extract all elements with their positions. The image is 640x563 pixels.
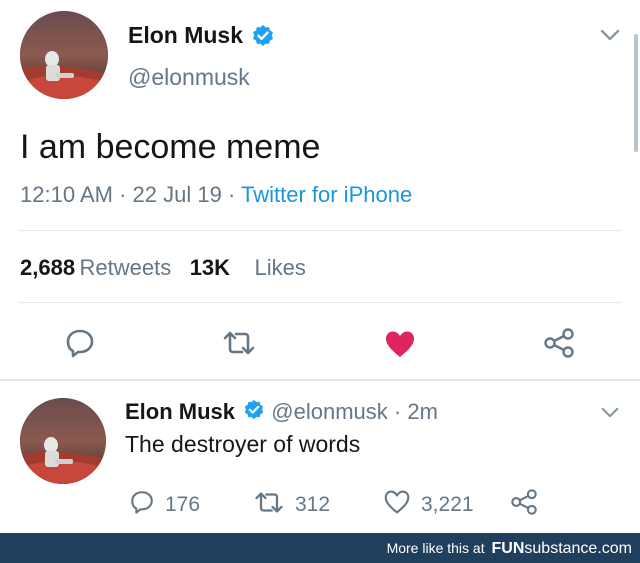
retweet-button[interactable] [221, 329, 257, 362]
reply-age: · 2m [393, 399, 438, 424]
footer-brand-rest: substance [524, 540, 598, 557]
tweet-source-link[interactable]: Twitter for iPhone [241, 182, 412, 207]
footer-text: More like this at [386, 540, 485, 556]
reply-header: Elon Musk @elonmusk · 2m [125, 399, 438, 427]
chevron-down-icon[interactable] [600, 406, 620, 424]
divider [18, 230, 622, 231]
likes-stat[interactable]: 13K Likes [190, 255, 306, 280]
main-meta: 12:10 AM · 22 Jul 19 · Twitter for iPhon… [20, 182, 412, 208]
reply-retweet-button[interactable]: 312 [253, 490, 330, 520]
reply-icon [129, 489, 155, 520]
heart-icon [384, 329, 416, 364]
like-button[interactable] [384, 329, 416, 364]
footer-credit: More like this at FUNsubstance.com [387, 540, 632, 558]
main-author[interactable]: Elon Musk [128, 22, 275, 53]
tweet-time: 12:10 AM [20, 182, 113, 207]
footer-brand-prefix: FUN [491, 540, 525, 557]
retweets-count: 2,688 [20, 255, 76, 280]
share-icon [510, 489, 538, 520]
likes-label: Likes [254, 255, 306, 280]
retweets-stat[interactable]: 2,688 Retweets [20, 255, 176, 280]
main-display-name[interactable]: Elon Musk [128, 22, 243, 48]
reply-reply-button[interactable]: 176 [129, 489, 200, 520]
likes-count: 13K [189, 255, 231, 280]
like-count: 3,221 [421, 492, 474, 516]
divider [18, 302, 622, 303]
main-avatar[interactable] [20, 11, 108, 99]
chevron-down-icon[interactable] [599, 28, 621, 47]
tweet-separator [0, 379, 640, 381]
meta-separator: · [119, 182, 127, 207]
reply-button[interactable] [64, 327, 96, 364]
verified-badge-icon [243, 399, 265, 427]
reply-display-name[interactable]: Elon Musk [125, 399, 235, 424]
tweet-date: 22 Jul 19 [132, 182, 222, 207]
scrollbar[interactable] [634, 34, 638, 152]
retweets-label: Retweets [79, 255, 172, 280]
reply-tweet-text: The destroyer of words [125, 431, 361, 457]
reply-icon [64, 327, 96, 364]
main-tweet-text: I am become meme [20, 128, 321, 166]
main-stats: 2,688 Retweets 13K Likes [20, 255, 306, 281]
verified-badge-icon [251, 24, 275, 53]
share-button[interactable] [543, 328, 575, 363]
retweet-icon [253, 490, 285, 520]
footer-brand[interactable]: FUNsubstance.com [492, 540, 633, 557]
reply-share-button[interactable] [510, 489, 538, 520]
footer-brand-suffix: .com [597, 540, 632, 557]
share-icon [543, 328, 575, 363]
retweet-count: 312 [295, 493, 331, 516]
reply-avatar[interactable] [20, 398, 106, 484]
reply-count: 176 [165, 492, 201, 516]
watermark-footer: More like this at FUNsubstance.com [0, 533, 640, 563]
heart-outline-icon [383, 489, 411, 520]
reply-handle[interactable]: @elonmusk [271, 399, 388, 424]
reply-like-button[interactable]: 3,221 [383, 489, 474, 520]
meta-separator: · [227, 182, 236, 207]
retweet-icon [221, 329, 257, 362]
main-handle[interactable]: @elonmusk [128, 64, 250, 91]
